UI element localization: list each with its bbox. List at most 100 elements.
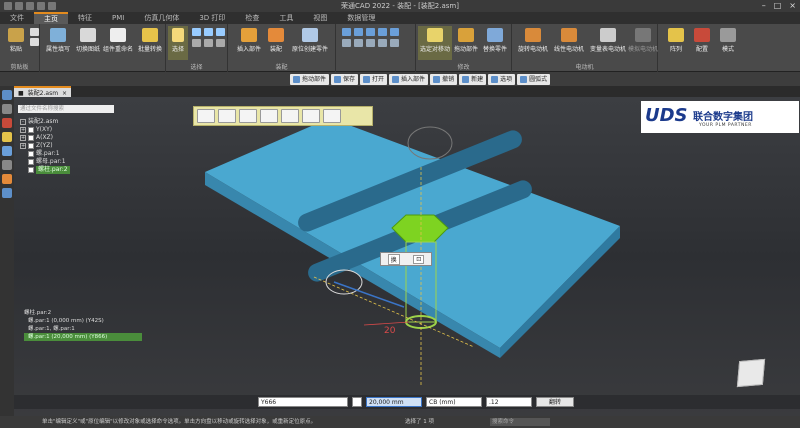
move-step-icon[interactable] — [197, 109, 215, 123]
rotate-icon[interactable] — [260, 109, 278, 123]
menu-tab-5[interactable]: 3D 打印 — [189, 13, 235, 24]
select-tool-icon[interactable] — [192, 39, 201, 47]
swap-button[interactable]: 换 — [387, 253, 400, 265]
menu-tab-9[interactable]: 数据管理 — [337, 13, 385, 24]
insert-part-button[interactable]: 插入部件 — [234, 28, 264, 53]
tree-root[interactable]: - 装配2.asm — [20, 118, 58, 126]
variable-motor-button[interactable]: 变量表电动机 — [588, 28, 628, 53]
batch-convert-button[interactable]: 批量转换 — [136, 28, 164, 53]
expand-icon[interactable]: + — [20, 127, 26, 133]
search-tab-icon[interactable] — [2, 174, 12, 184]
value-field[interactable]: 20,000 mm — [366, 397, 422, 407]
properties-tab-icon[interactable] — [2, 160, 12, 170]
cam-icon[interactable] — [354, 39, 363, 47]
dimension-value[interactable]: 20 — [384, 326, 396, 336]
relation-row[interactable]: 螺.par:1, 螺.par:1 — [24, 325, 142, 333]
menu-tab-6[interactable]: 检查 — [235, 13, 269, 24]
path-icon[interactable] — [378, 39, 387, 47]
maximize-icon[interactable]: □ — [774, 1, 782, 10]
toolbar-button-2[interactable]: 打开 — [360, 73, 388, 85]
analysis-icon[interactable] — [302, 109, 320, 123]
select-options-icon[interactable] — [216, 39, 225, 47]
rigid-icon[interactable] — [390, 39, 399, 47]
copy-icon[interactable] — [30, 38, 39, 46]
simulate-motor-button[interactable]: 模拟电动机 — [628, 28, 658, 53]
assemble-button[interactable]: 装配 — [266, 28, 286, 53]
relations-header[interactable]: 螺柱.par:2 — [24, 309, 142, 317]
paste-button[interactable]: 粘贴 — [4, 28, 28, 53]
replace-part-button[interactable]: 替换零件 — [480, 28, 510, 53]
toolbar-button-7[interactable]: 圆弧式 — [517, 73, 551, 85]
fill-properties-button[interactable]: 属性填写 — [44, 28, 72, 53]
tree-item-ref-plane-1[interactable]: + Y(XY) — [20, 126, 52, 134]
library-tab-icon[interactable] — [2, 104, 12, 114]
angle-icon[interactable] — [390, 28, 399, 36]
select-box-icon[interactable] — [204, 28, 213, 36]
close-document-icon[interactable]: × — [62, 88, 67, 97]
drag-part-button[interactable]: 拖动部件 — [452, 28, 480, 53]
features-tab-icon[interactable] — [2, 132, 12, 142]
pathfinder-tab-icon[interactable] — [2, 90, 12, 100]
toolbar-button-6[interactable]: 选项 — [488, 73, 516, 85]
help-tab-icon[interactable] — [2, 188, 12, 198]
menu-tab-3[interactable]: PMI — [102, 13, 134, 24]
tree-item-part-1[interactable]: 螺.par:1 — [28, 150, 60, 158]
toolbar-button-3[interactable]: 插入部件 — [389, 73, 429, 85]
document-tab[interactable]: ■ 装配2.asm × — [14, 86, 72, 97]
menu-tab-7[interactable]: 工具 — [269, 13, 303, 24]
visibility-checkbox[interactable] — [28, 167, 34, 173]
create-in-place-button[interactable]: 原位创建零件 — [288, 28, 332, 53]
precision-select[interactable]: .12 — [486, 397, 532, 407]
relation-row-selected[interactable]: 螺.par:1 (20,000 mm) (Y866) — [24, 333, 142, 341]
mate-icon[interactable] — [354, 28, 363, 36]
visibility-checkbox[interactable] — [28, 159, 34, 165]
pattern-button[interactable]: 阵列 — [666, 28, 686, 53]
expand-icon[interactable]: + — [20, 143, 26, 149]
move-selected-button[interactable]: 选定对移动 — [418, 26, 452, 60]
tree-item-ref-plane-2[interactable]: + A(XZ) — [20, 134, 53, 142]
visibility-checkbox[interactable] — [28, 151, 34, 157]
command-search-input[interactable]: 搜索命令 — [490, 418, 550, 426]
switch-drawing-button[interactable]: 切换图纸 — [74, 28, 102, 53]
expand-icon[interactable]: - — [20, 119, 26, 125]
select-button[interactable]: 选择 — [168, 26, 188, 60]
toolbar-button-5[interactable]: 新建 — [459, 73, 487, 85]
rotary-motor-button[interactable]: 旋转电动机 — [516, 28, 550, 53]
tree-item-part-2[interactable]: 螺母.par:1 — [28, 158, 66, 166]
cut-icon[interactable] — [30, 28, 39, 36]
toolbar-button-1[interactable]: 保存 — [331, 73, 359, 85]
select-part-icon[interactable] — [218, 109, 236, 123]
align-icon[interactable] — [366, 28, 375, 36]
toolbar-button-4[interactable]: 撤销 — [430, 73, 458, 85]
tangent-icon[interactable] — [342, 39, 351, 47]
constraint-icon[interactable] — [342, 28, 351, 36]
close-icon[interactable]: × — [789, 1, 796, 10]
window-controls[interactable]: – □ × — [762, 1, 796, 10]
menu-tab-2[interactable]: 特征 — [68, 13, 102, 24]
view-cube[interactable] — [736, 358, 766, 388]
layers-tab-icon[interactable] — [2, 118, 12, 128]
minimize-icon[interactable]: – — [762, 1, 766, 10]
visibility-checkbox[interactable] — [28, 127, 34, 133]
tree-item-ref-plane-3[interactable]: + Z(YZ) — [20, 142, 53, 150]
collision-icon[interactable] — [323, 109, 341, 123]
select-filter-icon[interactable] — [192, 28, 201, 36]
popup-option-button[interactable]: ⊡ — [413, 254, 425, 264]
options-icon[interactable] — [281, 109, 299, 123]
menu-tab-4[interactable]: 仿真几何体 — [134, 13, 189, 24]
free-move-icon[interactable] — [239, 109, 257, 123]
menu-tab-8[interactable]: 视图 — [303, 13, 337, 24]
menu-tab-1[interactable]: 主页 — [34, 12, 68, 24]
insert-icon[interactable] — [378, 28, 387, 36]
menu-tab-0[interactable]: 文件 — [0, 13, 34, 24]
sensors-tab-icon[interactable] — [2, 146, 12, 156]
toolbar-button-0[interactable]: 拖动部件 — [290, 73, 330, 85]
visibility-checkbox[interactable] — [28, 135, 34, 141]
tree-search-input[interactable]: 通过文件名称搜索 — [18, 105, 114, 113]
select-mode-icon[interactable] — [204, 39, 213, 47]
visibility-checkbox[interactable] — [28, 143, 34, 149]
gear-icon[interactable] — [366, 39, 375, 47]
rename-component-button[interactable]: 组件重命名 — [102, 28, 134, 53]
linear-motor-button[interactable]: 线性电动机 — [552, 28, 586, 53]
flip-button[interactable]: 翻转 — [536, 397, 575, 407]
